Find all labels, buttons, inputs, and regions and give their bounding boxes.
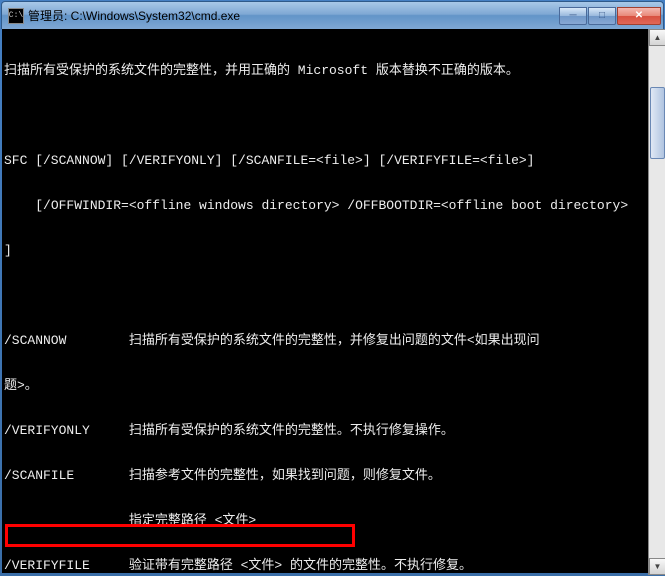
- console-line: [4, 108, 661, 123]
- console-output[interactable]: 扫描所有受保护的系统文件的完整性，并用正确的 Microsoft 版本替换不正确…: [2, 29, 663, 573]
- scroll-down-button[interactable]: ▼: [649, 558, 665, 575]
- cmd-icon: C:\: [8, 8, 24, 24]
- window-controls: ─ □ ✕: [558, 7, 661, 25]
- window-title: 管理员: C:\Windows\System32\cmd.exe: [28, 7, 558, 24]
- console-line: 题>。: [4, 378, 661, 393]
- scroll-thumb[interactable]: [650, 87, 665, 159]
- window-frame: C:\ 管理员: C:\Windows\System32\cmd.exe ─ □…: [0, 0, 665, 576]
- console-line: [/OFFWINDIR=<offline windows directory> …: [4, 198, 661, 213]
- console-line: /SCANFILE 扫描参考文件的完整性，如果找到问题，则修复文件。: [4, 468, 661, 483]
- console-line: [4, 288, 661, 303]
- titlebar[interactable]: C:\ 管理员: C:\Windows\System32\cmd.exe ─ □…: [1, 1, 664, 29]
- minimize-button[interactable]: ─: [559, 7, 587, 25]
- scroll-up-button[interactable]: ▲: [649, 29, 665, 46]
- console-line: /VERIFYONLY 扫描所有受保护的系统文件的完整性。不执行修复操作。: [4, 423, 661, 438]
- console-line: SFC [/SCANNOW] [/VERIFYONLY] [/SCANFILE=…: [4, 153, 661, 168]
- vertical-scrollbar[interactable]: ▲ ▼: [648, 29, 665, 575]
- console-line: 扫描所有受保护的系统文件的完整性，并用正确的 Microsoft 版本替换不正确…: [4, 63, 661, 78]
- scroll-track[interactable]: [649, 46, 665, 558]
- console-line: /SCANNOW 扫描所有受保护的系统文件的完整性，并修复出问题的文件<如果出现…: [4, 333, 661, 348]
- close-button[interactable]: ✕: [617, 7, 661, 25]
- maximize-button[interactable]: □: [588, 7, 616, 25]
- console-line: /VERIFYFILE 验证带有完整路径 <文件> 的文件的完整性。不执行修复。: [4, 558, 661, 573]
- console-line: 指定完整路径 <文件>: [4, 513, 661, 528]
- console-line: ]: [4, 243, 661, 258]
